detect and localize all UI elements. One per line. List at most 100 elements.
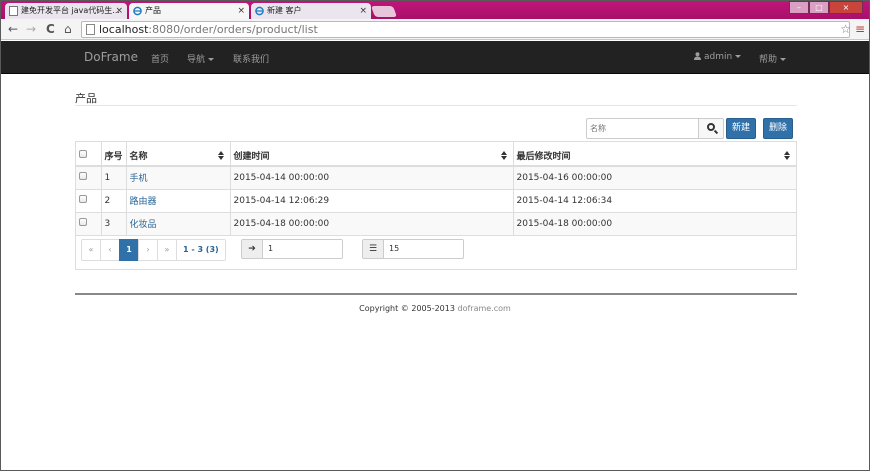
column-header-label: 最后修改时间 <box>516 152 571 162</box>
cell-modified: 2015-04-18 00:00:00 <box>513 212 796 236</box>
sort-icon <box>784 151 790 161</box>
maximize-button[interactable]: □ <box>809 1 829 14</box>
browser-titlebar: 建免开发平台 java代码生... × 产品 × 新建 客户 × – □ × <box>1 1 869 19</box>
user-menu[interactable]: admin <box>694 52 742 62</box>
url-text: localhost:8080/order/orders/product/list <box>99 23 318 37</box>
bookmark-star-icon[interactable]: ☆ <box>840 22 851 36</box>
page-range-info: 1 - 3 (3) <box>176 239 226 261</box>
footer: Copyright © 2005-2013 doframe.com <box>1 304 869 313</box>
home-icon[interactable]: ⌂ <box>64 22 72 36</box>
tab-title: 新建 客户 <box>267 6 302 15</box>
goto-page-group: ➔ 1 <box>241 239 343 259</box>
browser-tab-3[interactable]: 新建 客户 × <box>251 3 371 19</box>
table-header-row: 序号 名称 创建时间 最后修改时间 <box>76 142 796 167</box>
close-window-button[interactable]: × <box>829 1 863 14</box>
copyright-text: Copyright © 2005-2013 <box>359 304 458 313</box>
column-header-modified[interactable]: 最后修改时间 <box>513 142 796 167</box>
page-icon <box>9 6 18 16</box>
nav-link-navigation[interactable]: 导航 <box>187 52 215 65</box>
window-controls: – □ × <box>789 1 863 15</box>
address-bar[interactable]: localhost:8080/order/orders/product/list… <box>81 21 851 38</box>
minimize-button[interactable]: – <box>789 1 809 14</box>
nav-link-home[interactable]: 首页 <box>151 52 169 65</box>
help-menu[interactable]: 帮助 <box>759 52 787 65</box>
pagination: « ‹ 1 › » 1 - 3 (3) <box>81 239 226 261</box>
table-row: 3 化妆品 2015-04-18 00:00:00 2015-04-18 00:… <box>76 212 796 236</box>
page-button-current[interactable]: 1 <box>119 239 139 261</box>
tab-close-icon[interactable]: × <box>237 3 245 19</box>
last-page-button[interactable]: » <box>157 239 177 261</box>
select-all-checkbox[interactable] <box>79 150 87 158</box>
footer-site-link[interactable]: doframe.com <box>458 304 511 313</box>
page-title: 产品 <box>75 92 97 105</box>
footer-divider <box>75 293 797 295</box>
new-button[interactable]: 新建 <box>726 118 757 139</box>
cell-created: 2015-04-14 12:06:29 <box>230 189 514 213</box>
goto-arrow-icon[interactable]: ➔ <box>241 239 263 259</box>
browser-window: 建免开发平台 java代码生... × 产品 × 新建 客户 × – □ × ←… <box>0 0 870 471</box>
browser-tab-2[interactable]: 产品 × <box>129 3 249 19</box>
first-page-button[interactable]: « <box>81 239 101 261</box>
app-navbar: DoFrame 首页 导航 联系我们 admin 帮助 <box>1 41 869 74</box>
cell-name: 路由器 <box>126 189 231 213</box>
forward-arrow-icon[interactable]: → <box>26 22 36 36</box>
reload-icon[interactable]: C <box>46 22 55 36</box>
chevron-down-icon <box>735 55 742 58</box>
browser-menu-icon[interactable]: ≡ <box>855 22 865 36</box>
cell-index: 1 <box>101 166 127 190</box>
divider <box>75 105 797 106</box>
prev-page-button[interactable]: ‹ <box>100 239 120 261</box>
browser-tab-1[interactable]: 建免开发平台 java代码生... × <box>5 3 127 19</box>
search-button[interactable] <box>698 118 724 139</box>
select-all-cell <box>76 142 102 167</box>
goto-page-input[interactable]: 1 <box>263 239 343 259</box>
column-header-created[interactable]: 创建时间 <box>230 142 514 167</box>
row-checkbox[interactable] <box>79 218 87 226</box>
browser-toolbar: ← → C ⌂ localhost:8080/order/orders/prod… <box>1 19 869 40</box>
cell-created: 2015-04-18 00:00:00 <box>230 212 514 236</box>
table-row: 2 路由器 2015-04-14 12:06:29 2015-04-14 12:… <box>76 189 796 213</box>
page-size-input[interactable]: 15 <box>384 239 464 259</box>
back-arrow-icon[interactable]: ← <box>8 22 18 36</box>
cell-modified: 2015-04-16 00:00:00 <box>513 166 796 190</box>
cell-modified: 2015-04-14 12:06:34 <box>513 189 796 213</box>
product-table: 序号 名称 创建时间 最后修改时间 1 手机 2015-04-14 00:00:… <box>76 142 796 236</box>
row-select-cell <box>76 189 102 213</box>
row-select-cell <box>76 166 102 190</box>
delete-button[interactable]: 删除 <box>763 118 794 139</box>
tab-title: 建免开发平台 java代码生... <box>21 6 120 15</box>
cell-index: 2 <box>101 189 127 213</box>
new-tab-button[interactable] <box>370 6 398 17</box>
cell-index: 3 <box>101 212 127 236</box>
cell-created: 2015-04-14 00:00:00 <box>230 166 514 190</box>
search-input[interactable] <box>586 118 699 139</box>
next-page-button[interactable]: › <box>138 239 158 261</box>
search-icon-handle <box>713 129 719 135</box>
user-name: admin <box>704 52 733 62</box>
cell-name: 化妆品 <box>126 212 231 236</box>
table-row: 1 手机 2015-04-14 00:00:00 2015-04-16 00:0… <box>76 166 796 190</box>
product-link[interactable]: 路由器 <box>130 197 157 207</box>
nav-link-contact[interactable]: 联系我们 <box>233 52 269 65</box>
tab-close-icon[interactable]: × <box>359 3 367 19</box>
help-label: 帮助 <box>759 55 778 65</box>
brand-logo[interactable]: DoFrame <box>84 50 138 64</box>
user-icon <box>694 52 701 60</box>
column-header-label: 创建时间 <box>233 152 270 162</box>
page-size-group: ☰ 15 <box>362 239 464 259</box>
sort-icon <box>217 151 224 161</box>
list-icon: ☰ <box>362 239 384 259</box>
row-checkbox[interactable] <box>79 172 87 181</box>
column-header-name[interactable]: 名称 <box>126 142 231 167</box>
chevron-down-icon <box>780 58 787 61</box>
product-link[interactable]: 手机 <box>130 174 148 184</box>
column-header-label: 名称 <box>129 152 148 162</box>
row-checkbox[interactable] <box>79 195 87 203</box>
sort-icon <box>500 151 507 161</box>
product-link[interactable]: 化妆品 <box>130 220 157 230</box>
tab-close-icon[interactable]: × <box>115 3 123 19</box>
url-host: localhost <box>99 23 149 36</box>
url-path: :8080/order/orders/product/list <box>148 23 318 36</box>
data-grid: 序号 名称 创建时间 最后修改时间 1 手机 2015-04-14 00:00:… <box>75 141 797 270</box>
row-select-cell <box>76 212 102 236</box>
